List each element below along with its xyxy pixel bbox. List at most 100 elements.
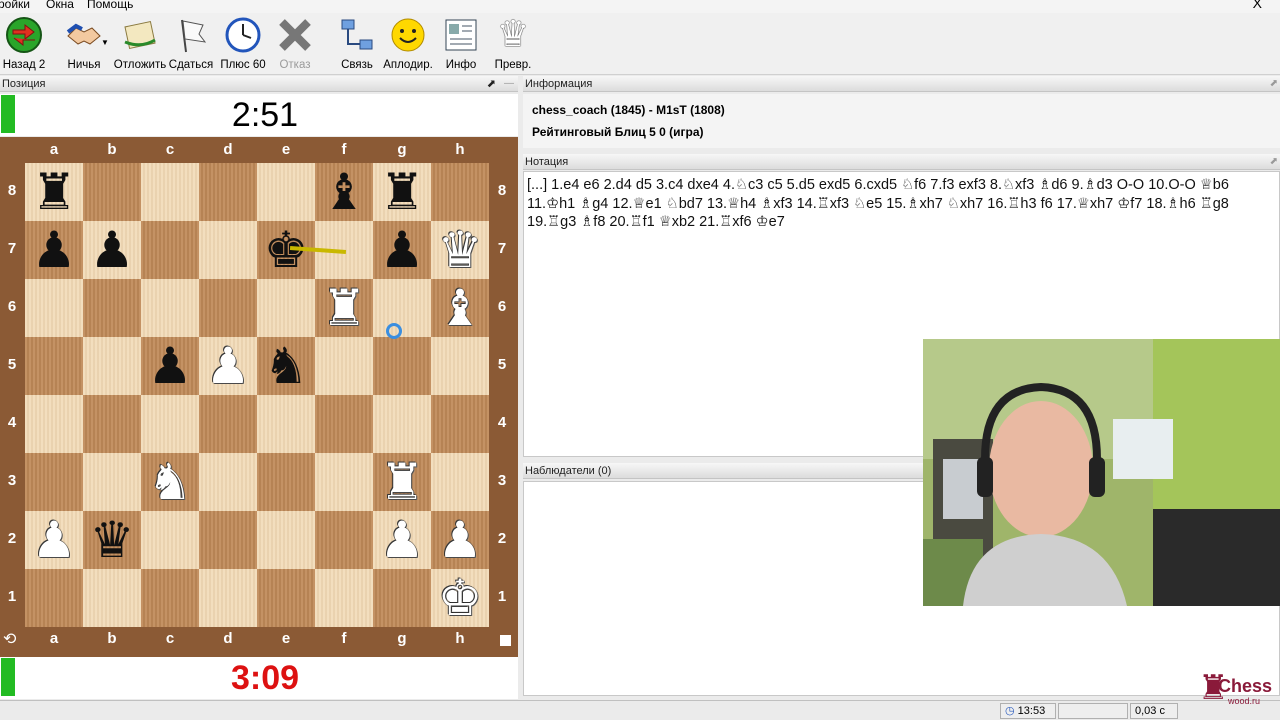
flip-board-icon[interactable]: ⟲ <box>3 629 16 649</box>
square-b8[interactable] <box>83 163 141 221</box>
square-a3[interactable] <box>25 453 83 511</box>
piece-g8[interactable]: ♜ <box>373 163 431 221</box>
square-f2[interactable] <box>315 511 373 569</box>
piece-h7[interactable]: ♛ <box>431 221 489 279</box>
info-button[interactable]: Инфо <box>442 16 480 71</box>
file-label: c <box>165 630 175 647</box>
plus-60-button[interactable]: Плюс 60 <box>218 16 268 71</box>
piece-h1[interactable]: ♚ <box>431 569 489 627</box>
square-e3[interactable] <box>257 453 315 511</box>
piece-h2[interactable]: ♟ <box>431 511 489 569</box>
back-2-button[interactable]: Назад 2 <box>2 16 46 71</box>
square-g5[interactable] <box>373 337 431 395</box>
draw-button[interactable]: Ничья ▼ <box>56 16 112 71</box>
piece-c3[interactable]: ♞ <box>141 453 199 511</box>
square-a6[interactable] <box>25 279 83 337</box>
menu-bar: ройки Окна Помощь X <box>0 0 1280 13</box>
pin-icon[interactable]: ⬈ <box>1270 154 1278 170</box>
square-f1[interactable] <box>315 569 373 627</box>
square-d3[interactable] <box>199 453 257 511</box>
close-button[interactable]: X <box>1253 0 1262 10</box>
status-time-cell: ◷ 13:53 <box>1000 703 1056 719</box>
square-b3[interactable] <box>83 453 141 511</box>
piece-e5[interactable]: ♞ <box>257 337 315 395</box>
resign-button[interactable]: Сдаться <box>168 16 214 71</box>
square-f3[interactable] <box>315 453 373 511</box>
square-f5[interactable] <box>315 337 373 395</box>
menu-windows[interactable]: Окна <box>46 0 74 10</box>
network-icon <box>341 19 373 50</box>
applaud-button[interactable]: Аплодир. <box>382 16 434 71</box>
chesswood-logo: ♜ Chess wood.ru <box>1198 668 1278 712</box>
piece-a8[interactable]: ♜ <box>25 163 83 221</box>
menu-help[interactable]: Помощь <box>87 0 133 10</box>
square-h5[interactable] <box>431 337 489 395</box>
webcam-image <box>923 339 1280 606</box>
square-c1[interactable] <box>141 569 199 627</box>
menu-settings[interactable]: ройки <box>0 0 30 10</box>
promotion-button[interactable]: ♛ Превр. <box>494 16 532 72</box>
piece-b2[interactable]: ♛ <box>83 511 141 569</box>
mouse-cursor-ring <box>386 323 402 339</box>
status-lag: 0,03 с <box>1130 703 1178 719</box>
rank-label: 5 <box>497 356 507 373</box>
status-time: 13:53 <box>1017 705 1046 717</box>
square-c4[interactable] <box>141 395 199 453</box>
pin-icon[interactable]: ⬈ <box>1270 76 1278 92</box>
square-d2[interactable] <box>199 511 257 569</box>
square-h3[interactable] <box>431 453 489 511</box>
logo-subtext: wood.ru <box>1228 696 1261 706</box>
chess-board[interactable]: a a b b c c d d e e f f g g h h 8 8 7 7 6 6 5 5 4 4 3 3 2 2 1 1 ♜ ♝ ♜ ♟ ♟ ♚ ♟ ♛… <box>0 137 518 657</box>
square-c7[interactable] <box>141 221 199 279</box>
piece-a7[interactable]: ♟ <box>25 221 83 279</box>
piece-f8[interactable]: ♝ <box>315 163 373 221</box>
info-card-icon <box>445 19 477 51</box>
square-e2[interactable] <box>257 511 315 569</box>
square-e8[interactable] <box>257 163 315 221</box>
square-d4[interactable] <box>199 395 257 453</box>
decline-button[interactable]: Отказ <box>276 16 314 71</box>
piece-g2[interactable]: ♟ <box>373 511 431 569</box>
rank-label: 1 <box>497 588 507 605</box>
square-h4[interactable] <box>431 395 489 453</box>
adjourn-button[interactable]: Отложить <box>112 16 168 71</box>
square-e1[interactable] <box>257 569 315 627</box>
square-h8[interactable] <box>431 163 489 221</box>
piece-a2[interactable]: ♟ <box>25 511 83 569</box>
square-d8[interactable] <box>199 163 257 221</box>
square-c2[interactable] <box>141 511 199 569</box>
players-line: chess_coach (1845) - M1sT (1808) <box>532 103 725 117</box>
file-label: g <box>397 630 407 647</box>
square-e4[interactable] <box>257 395 315 453</box>
square-d7[interactable] <box>199 221 257 279</box>
square-a1[interactable] <box>25 569 83 627</box>
connection-button[interactable]: Связь <box>338 16 376 71</box>
piece-b7[interactable]: ♟ <box>83 221 141 279</box>
pin-icon[interactable]: ⬈ <box>487 76 496 92</box>
square-a4[interactable] <box>25 395 83 453</box>
square-d1[interactable] <box>199 569 257 627</box>
square-g1[interactable] <box>373 569 431 627</box>
chevron-down-icon[interactable]: ▼ <box>101 38 109 47</box>
piece-h6[interactable]: ♝ <box>431 279 489 337</box>
square-b6[interactable] <box>83 279 141 337</box>
square-c6[interactable] <box>141 279 199 337</box>
square-a5[interactable] <box>25 337 83 395</box>
piece-d5[interactable]: ♟ <box>199 337 257 395</box>
square-g4[interactable] <box>373 395 431 453</box>
square-b5[interactable] <box>83 337 141 395</box>
file-label: f <box>341 141 347 158</box>
square-f4[interactable] <box>315 395 373 453</box>
square-g6[interactable] <box>373 279 431 337</box>
square-b1[interactable] <box>83 569 141 627</box>
square-e6[interactable] <box>257 279 315 337</box>
minimize-icon[interactable]: — <box>504 76 514 92</box>
square-c8[interactable] <box>141 163 199 221</box>
square-d6[interactable] <box>199 279 257 337</box>
piece-f6[interactable]: ♜ <box>315 279 373 337</box>
game-type-line: Рейтинговый Блиц 5 0 (игра) <box>532 125 704 139</box>
square-b4[interactable] <box>83 395 141 453</box>
piece-g7[interactable]: ♟ <box>373 221 431 279</box>
piece-c5[interactable]: ♟ <box>141 337 199 395</box>
piece-g3[interactable]: ♜ <box>373 453 431 511</box>
